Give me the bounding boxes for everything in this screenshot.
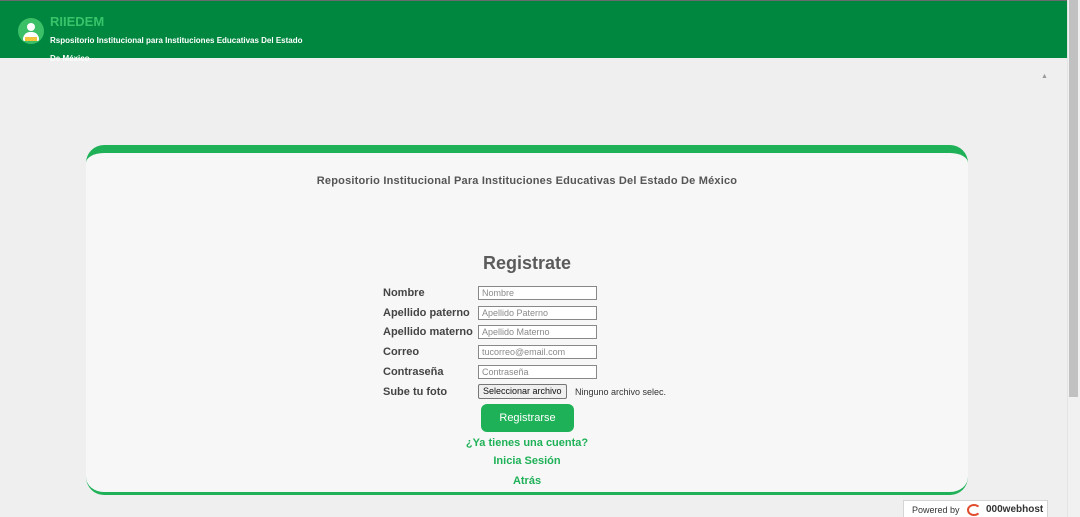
field-row-contrasena: Contraseña <box>383 364 783 380</box>
field-row-correo: Correo <box>383 344 783 360</box>
register-card: Repositorio Institucional Para Instituci… <box>86 145 968 495</box>
powered-by-label: Powered by <box>912 505 960 515</box>
brand-subtitle: Rspositorio Institucional para Instituci… <box>50 36 303 63</box>
brand-name: RIIEDEM <box>50 14 105 29</box>
form-title: Registrate <box>482 253 572 273</box>
field-label: Apellido materno <box>383 326 473 338</box>
contrasena-input[interactable] <box>478 365 597 379</box>
powered-by-badge[interactable]: Powered by 000webhost <box>903 500 1048 517</box>
top-header: RIIEDEM Rspositorio Institucional para I… <box>0 0 1067 63</box>
register-button[interactable]: Registrarse <box>481 404 574 432</box>
scroll-up-arrow-icon[interactable]: ▲ <box>1041 73 1048 80</box>
field-row-foto: Sube tu foto Seleccionar archivo Ninguno… <box>383 384 783 400</box>
field-label: Correo <box>383 346 420 358</box>
file-status: Ninguno archivo selec. <box>575 387 667 397</box>
field-label: Apellido paterno <box>383 307 470 319</box>
has-account-link[interactable]: ¿Ya tienes una cuenta? <box>86 437 968 449</box>
apellido-paterno-input[interactable] <box>478 306 597 320</box>
nombre-input[interactable] <box>478 286 597 300</box>
field-label: Contraseña <box>383 366 444 378</box>
field-row-nombre: Nombre <box>383 285 783 301</box>
card-title: Repositorio Institucional Para Instituci… <box>316 175 738 187</box>
field-row-apellido-paterno: Apellido paterno <box>383 305 783 321</box>
correo-input[interactable] <box>478 345 597 359</box>
field-label: Nombre <box>383 287 425 299</box>
select-file-button[interactable]: Seleccionar archivo <box>478 384 567 399</box>
scrollbar-thumb[interactable] <box>1069 0 1078 397</box>
webhost-logo-icon <box>967 504 981 516</box>
apellido-materno-input[interactable] <box>478 325 597 339</box>
field-label: Sube tu foto <box>383 386 448 398</box>
back-link[interactable]: Atrás <box>86 475 968 487</box>
login-link[interactable]: Inicia Sesión <box>86 455 968 467</box>
field-row-apellido-materno: Apellido materno <box>383 324 783 340</box>
webhost-name: 000webhost <box>986 504 1044 515</box>
user-reading-logo-icon <box>18 18 44 44</box>
